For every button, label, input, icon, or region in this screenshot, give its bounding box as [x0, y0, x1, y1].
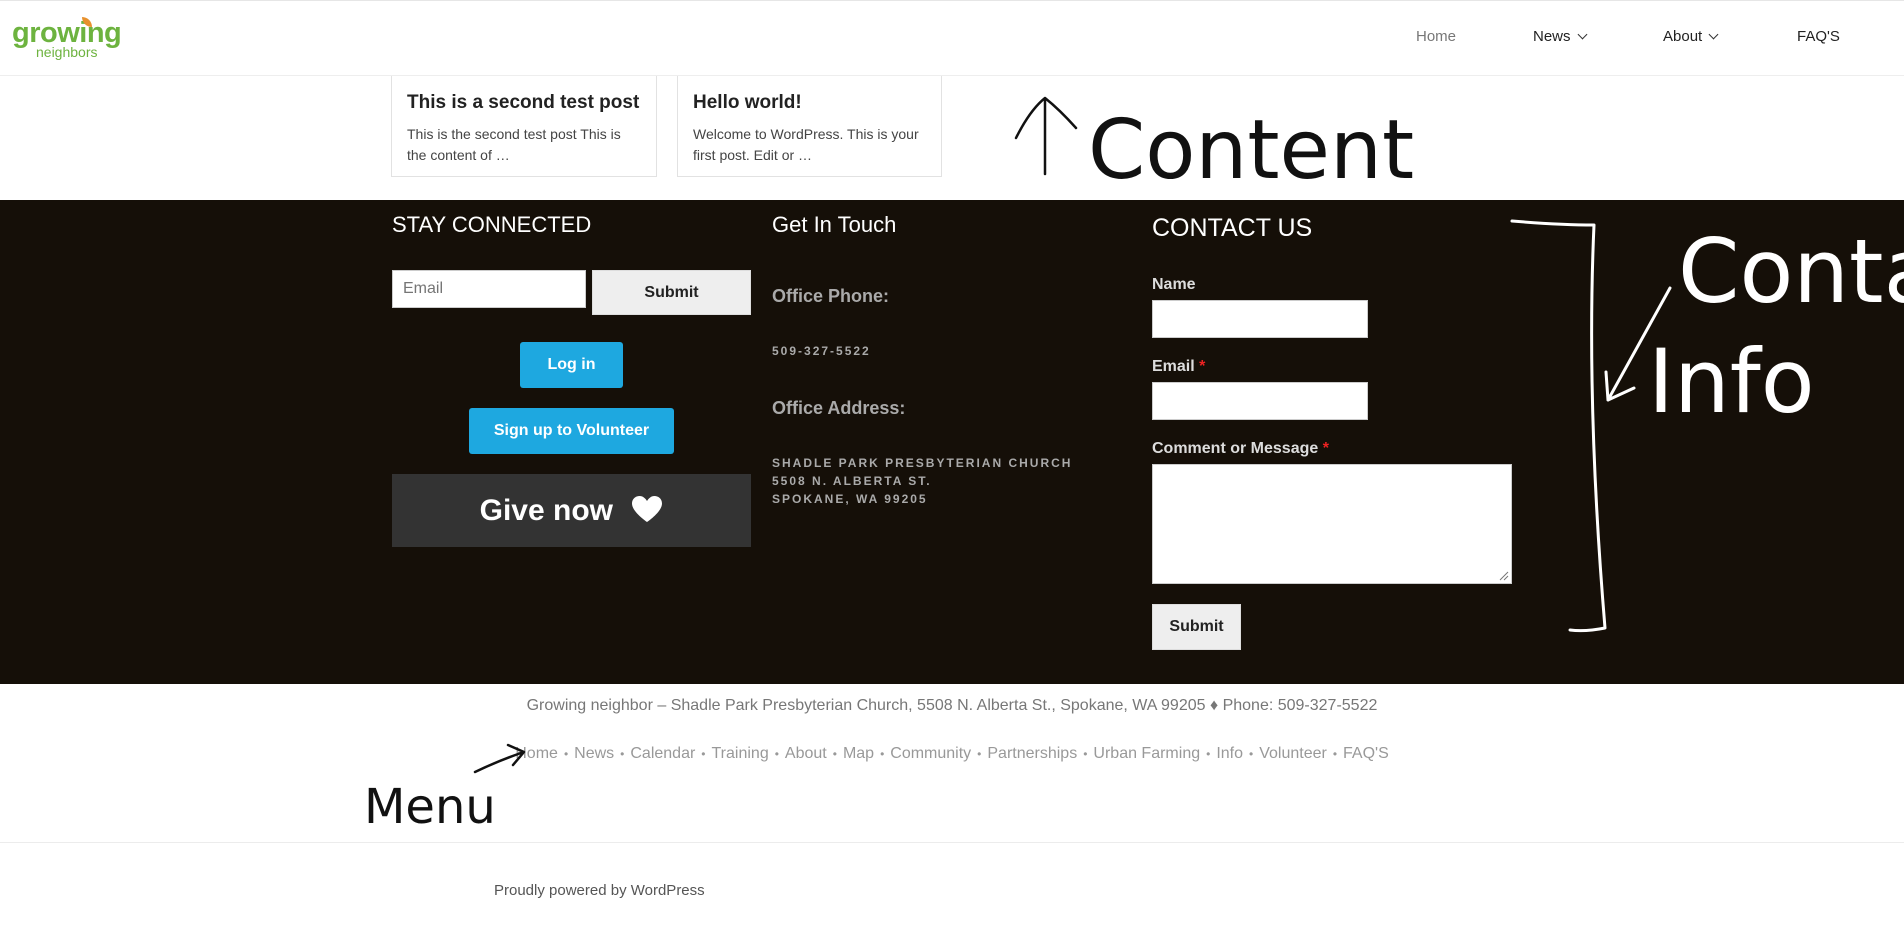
- menu-separator: •: [563, 747, 569, 761]
- volunteer-signup-button[interactable]: Sign up to Volunteer: [469, 408, 674, 454]
- footer-menu: Home • News • Calendar • Training • About • Map • Co…: [0, 745, 1904, 763]
- nav-label: FAQ'S: [1797, 28, 1840, 45]
- message-textarea[interactable]: [1152, 464, 1512, 584]
- name-label: Name: [1152, 276, 1196, 293]
- email-label: Email *: [1152, 358, 1205, 376]
- footer-copyright: Growing neighbor – Shadle Park Presbyter…: [526, 697, 1378, 714]
- post-card[interactable]: This is a second test post This is the s…: [391, 76, 657, 177]
- menu-separator: •: [774, 747, 779, 761]
- menu-separator: •: [832, 747, 837, 761]
- give-now-button[interactable]: Give now: [392, 474, 751, 547]
- office-address-label: Office Address:: [772, 398, 906, 418]
- nav-label: Home: [1416, 28, 1457, 45]
- address-line: SPOKANE, WA 99205: [772, 492, 928, 506]
- message-label: Comment or Message *: [1152, 440, 1329, 458]
- contact-us-heading: CONTACT US: [1152, 214, 1313, 242]
- nav-item-home[interactable]: Home: [1416, 28, 1456, 45]
- message-label-text: Comment or Message: [1152, 440, 1319, 457]
- menu-separator: •: [1206, 747, 1211, 761]
- email-input[interactable]: [392, 270, 586, 308]
- menu-separator: •: [701, 747, 706, 761]
- annotation-content: Content: [1088, 103, 1414, 198]
- footer-menu-item-community[interactable]: Community: [890, 745, 971, 762]
- nav-item-news[interactable]: News: [1533, 28, 1587, 45]
- nav-label: News: [1533, 28, 1571, 45]
- give-now-label: Give now: [479, 494, 613, 527]
- nav-item-about[interactable]: About: [1663, 28, 1719, 45]
- post-card[interactable]: Hello world! Welcome to WordPress. This …: [677, 76, 942, 177]
- footer-widgets: [0, 200, 1904, 684]
- annotation-arrow-up: [1014, 96, 1078, 176]
- email-field[interactable]: [1152, 382, 1368, 420]
- footer-menu-item-partnerships[interactable]: Partnerships: [987, 745, 1077, 762]
- footer-menu-item-map[interactable]: Map: [843, 745, 874, 762]
- office-phone-value: 509-327-5522: [772, 344, 871, 358]
- post-title[interactable]: Hello world!: [693, 92, 926, 114]
- footer-menu-item-news[interactable]: News: [574, 745, 614, 762]
- footer-menu-item-info[interactable]: Info: [1216, 745, 1243, 762]
- resize-handle-icon[interactable]: [1499, 571, 1509, 581]
- footer-divider: [0, 842, 1904, 843]
- required-mark: *: [1199, 358, 1206, 375]
- post-excerpt: the content of …: [407, 147, 510, 163]
- footer-menu-item-faqs[interactable]: FAQ'S: [1343, 745, 1389, 762]
- menu-separator: •: [977, 747, 982, 761]
- heart-icon: [632, 496, 663, 522]
- footer-menu-item-volunteer[interactable]: Volunteer: [1259, 745, 1327, 762]
- nav-label: About: [1663, 28, 1703, 45]
- footer-menu-item-training[interactable]: Training: [712, 745, 769, 762]
- site-logo[interactable]: growing neighbors: [12, 17, 122, 59]
- stay-connected-heading: STAY CONNECTED: [392, 212, 592, 237]
- nav-item-faqs[interactable]: FAQ'S: [1797, 28, 1840, 45]
- footer-menu-item-urban-farming[interactable]: Urban Farming: [1093, 745, 1200, 762]
- address-line: SHADLE PARK PRESBYTERIAN CHURCH: [772, 456, 1073, 470]
- footer-menu-item-calendar[interactable]: Calendar: [630, 745, 695, 762]
- login-button[interactable]: Log in: [520, 342, 623, 388]
- menu-separator: •: [1332, 747, 1338, 761]
- menu-separator: •: [1083, 747, 1088, 761]
- annotation-menu: Menu: [364, 779, 496, 835]
- menu-separator: •: [880, 747, 885, 761]
- menu-separator: •: [1249, 747, 1254, 761]
- email-label-text: Email: [1152, 358, 1195, 375]
- subscribe-submit-button[interactable]: Submit: [592, 270, 751, 315]
- office-phone-label: Office Phone:: [772, 286, 890, 306]
- get-in-touch-heading: Get In Touch: [772, 212, 897, 237]
- site-header: growing neighbors Home News About FAQ'S: [0, 0, 1904, 76]
- address-line: 5508 N. ALBERTA ST.: [772, 474, 932, 488]
- required-mark: *: [1322, 440, 1329, 457]
- chevron-down-icon: [1577, 29, 1587, 40]
- post-excerpt: Welcome to WordPress. This is your: [693, 126, 919, 142]
- contact-submit-button[interactable]: Submit: [1152, 604, 1241, 650]
- footer-menu-item-about[interactable]: About: [785, 745, 827, 762]
- post-excerpt: This is the second test post This is: [407, 126, 621, 142]
- post-title[interactable]: This is a second test post: [407, 92, 641, 114]
- menu-separator: •: [620, 747, 625, 761]
- name-field[interactable]: [1152, 300, 1368, 338]
- chevron-down-icon: [1708, 29, 1719, 40]
- office-address-value: SHADLE PARK PRESBYTERIAN CHURCH 5508 N. …: [772, 454, 1072, 508]
- post-excerpt: first post. Edit or …: [693, 147, 813, 163]
- powered-by-wordpress[interactable]: Proudly powered by WordPress: [494, 882, 705, 899]
- footer-menu-item-home[interactable]: Home: [515, 745, 558, 762]
